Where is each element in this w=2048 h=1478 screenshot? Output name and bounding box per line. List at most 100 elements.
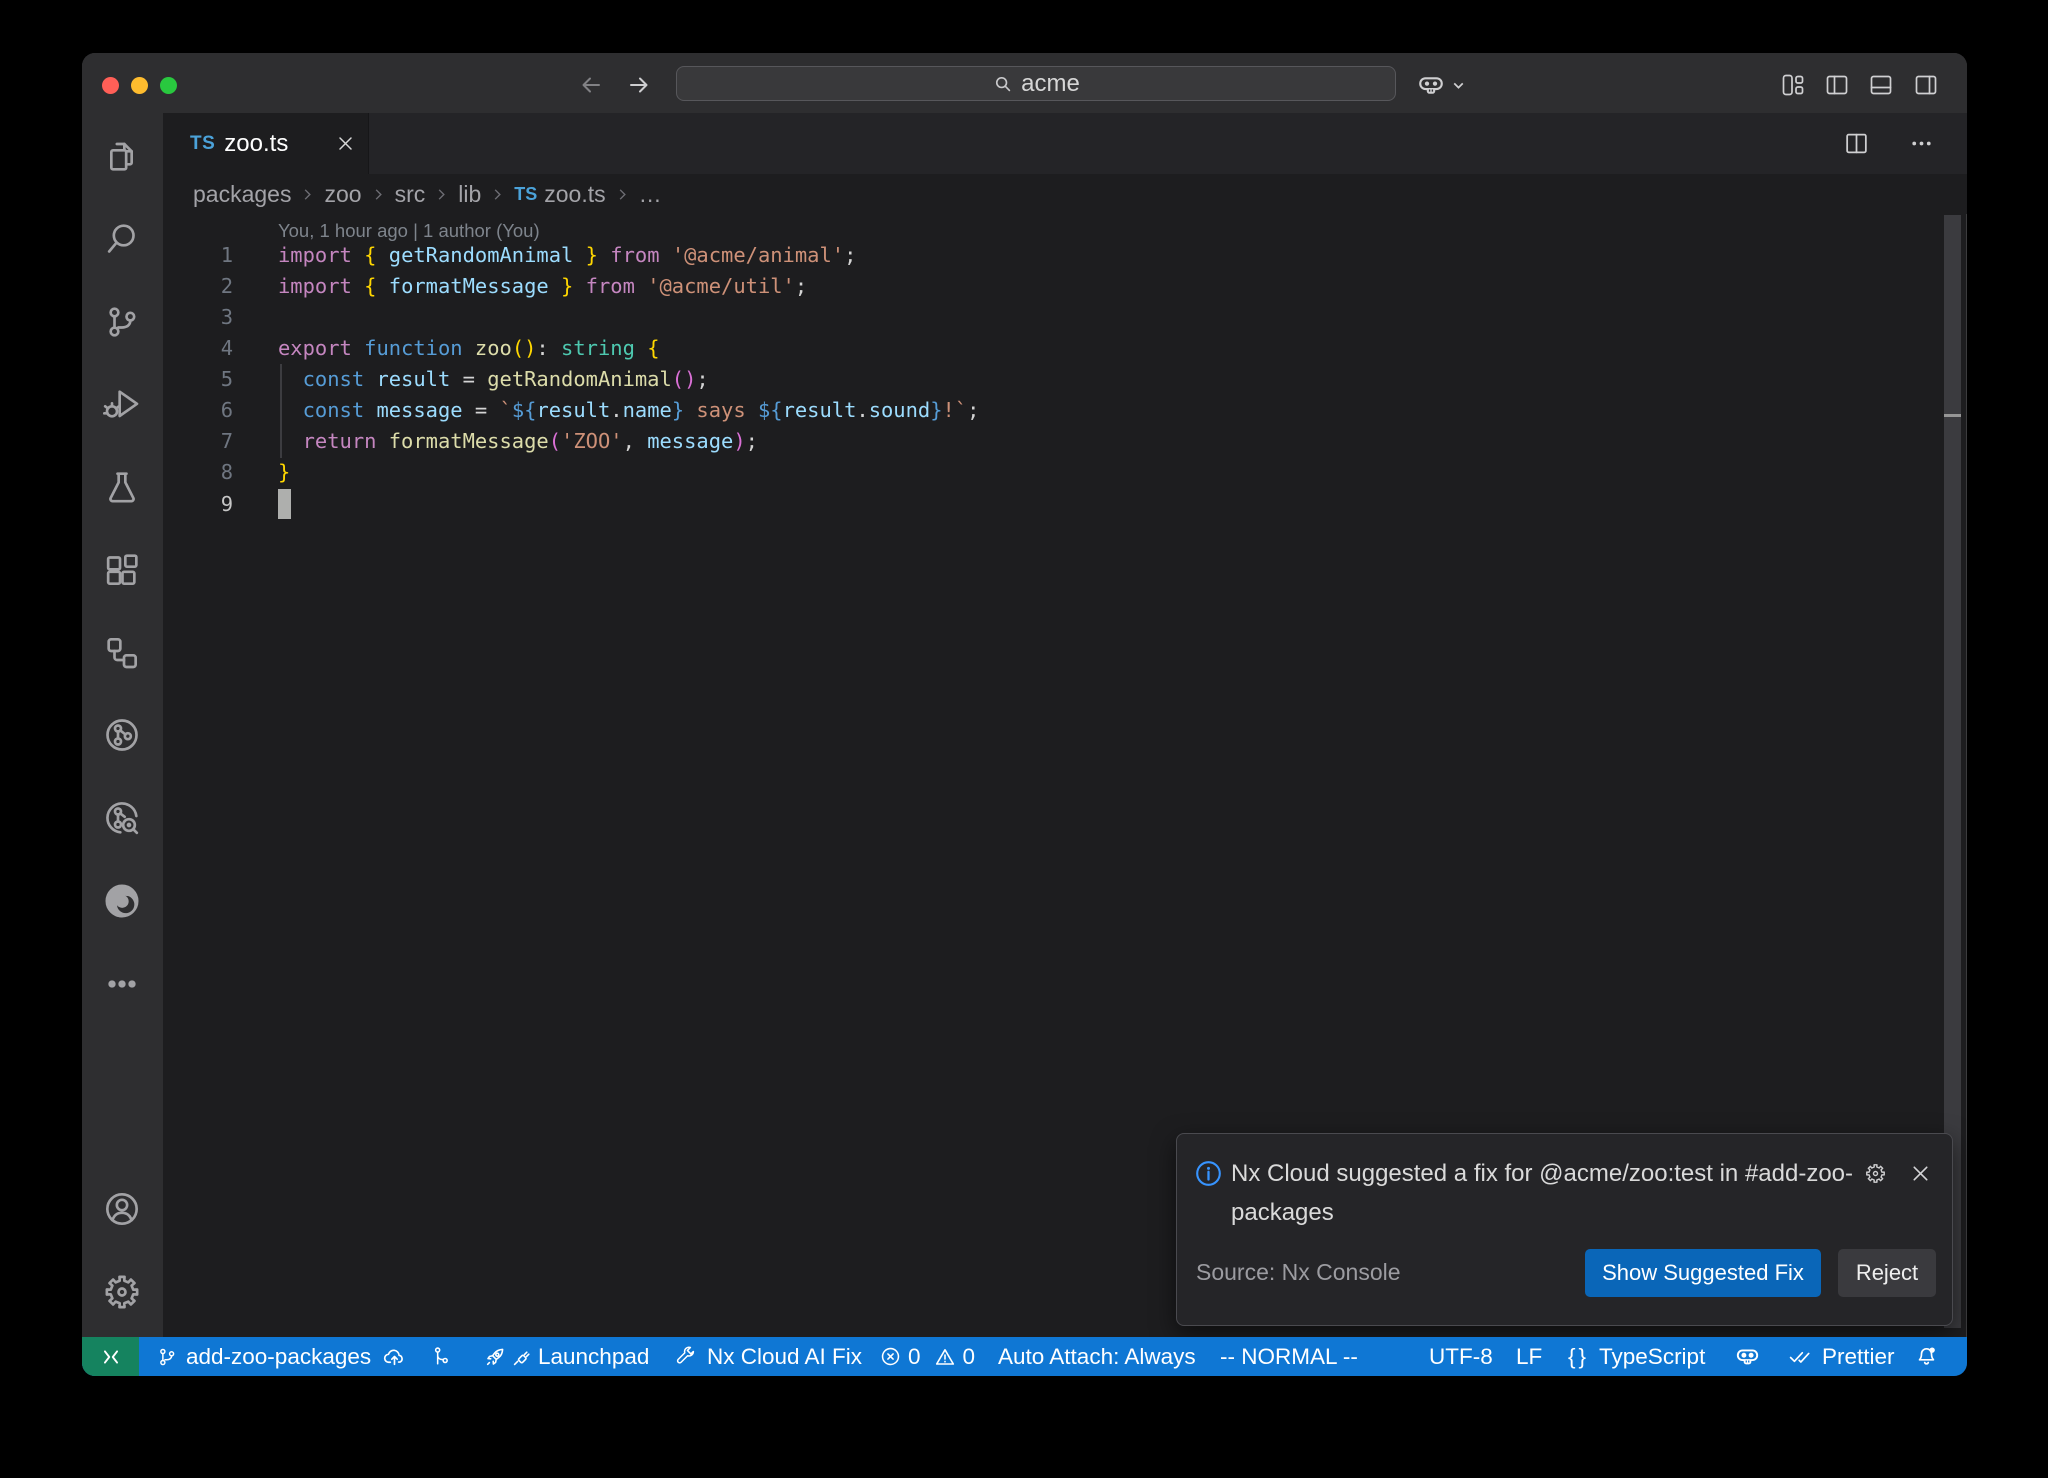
breadcrumb-item-lib[interactable]: lib xyxy=(458,181,481,208)
copilot-icon xyxy=(1416,70,1446,100)
sidebar-item-hierarchy[interactable] xyxy=(102,633,142,673)
beaker-icon xyxy=(102,467,142,507)
notification-settings-button[interactable] xyxy=(1864,1162,1887,1185)
code-text: return formatMessage('ZOO', message); xyxy=(278,426,758,457)
line-number: 4 xyxy=(203,333,233,364)
status-eol[interactable]: LF xyxy=(1516,1337,1542,1376)
language-label: TypeScript xyxy=(1599,1344,1705,1370)
status-language[interactable]: {} TypeScript xyxy=(1568,1337,1705,1376)
nx-fix-label: Nx Cloud AI Fix xyxy=(707,1344,862,1370)
status-auto-attach[interactable]: Auto Attach: Always xyxy=(998,1337,1196,1376)
sidebar-item-extensions[interactable] xyxy=(102,550,142,590)
customize-layout-button[interactable] xyxy=(1780,72,1806,98)
breadcrumb-item-src[interactable]: src xyxy=(395,181,426,208)
status-vim-mode[interactable]: -- NORMAL -- xyxy=(1220,1337,1358,1376)
sidebar-item-edge-browser[interactable] xyxy=(102,881,142,921)
code-line-9[interactable]: 9 xyxy=(163,489,1967,521)
breadcrumb-item--[interactable]: … xyxy=(639,181,662,208)
history-back-button[interactable] xyxy=(578,72,604,98)
git-branch-icon xyxy=(102,302,142,342)
status-launchpad[interactable]: Launchpad xyxy=(483,1337,649,1376)
window-close-button[interactable] xyxy=(102,77,119,94)
line-number: 8 xyxy=(203,457,233,488)
sidebar-item-nx-graph[interactable] xyxy=(102,715,142,755)
more-actions-button[interactable] xyxy=(1908,130,1935,157)
copilot-menu[interactable] xyxy=(1416,70,1467,100)
accounts-button[interactable] xyxy=(102,1189,142,1229)
window-zoom-button[interactable] xyxy=(160,77,177,94)
sidebar-item-more-views[interactable] xyxy=(102,964,142,1004)
code-line-2[interactable]: 2import { formatMessage } from '@acme/ut… xyxy=(163,271,1967,303)
gear-icon xyxy=(102,1272,142,1312)
status-pipeline[interactable] xyxy=(430,1337,453,1376)
vim-mode-label: -- NORMAL -- xyxy=(1220,1344,1358,1370)
breadcrumb-item-packages[interactable]: packages xyxy=(193,181,291,208)
status-copilot[interactable] xyxy=(1734,1337,1761,1376)
screenshot-stage: acme xyxy=(0,0,2048,1478)
tab-zoo-ts[interactable]: TS zoo.ts xyxy=(163,113,369,174)
eol-label: LF xyxy=(1516,1344,1542,1370)
code-line-1[interactable]: 1import { getRandomAnimal } from '@acme/… xyxy=(163,240,1967,272)
line-number: 5 xyxy=(203,364,233,395)
search-icon xyxy=(992,73,1014,95)
sidebar-item-search[interactable] xyxy=(102,219,142,259)
status-prettier[interactable]: Prettier xyxy=(1787,1337,1895,1376)
toggle-primary-sidebar-button[interactable] xyxy=(1824,72,1850,98)
status-encoding[interactable]: UTF-8 xyxy=(1429,1337,1493,1376)
git-branch-icon xyxy=(156,1346,178,1368)
sidebar-item-nx-graph-search[interactable] xyxy=(102,798,142,838)
reject-button[interactable]: Reject xyxy=(1838,1249,1936,1297)
copilot-icon xyxy=(1734,1343,1761,1370)
status-problems[interactable]: 0 0 xyxy=(879,1337,975,1376)
code-line-6[interactable]: 6 const message = `${result.name} says $… xyxy=(163,395,1967,427)
debug-icon xyxy=(102,384,142,424)
line-number: 7 xyxy=(203,426,233,457)
overview-ruler-cursor-mark xyxy=(1944,414,1961,417)
window-minimize-button[interactable] xyxy=(131,77,148,94)
sidebar-item-run-debug[interactable] xyxy=(102,384,142,424)
bell-dot-icon xyxy=(1914,1344,1939,1369)
line-number: 1 xyxy=(203,240,233,271)
sidebar-item-source-control[interactable] xyxy=(102,302,142,342)
toggle-panel-button[interactable] xyxy=(1868,72,1894,98)
warning-icon xyxy=(933,1345,957,1369)
command-center-search[interactable]: acme xyxy=(676,66,1396,101)
remote-indicator[interactable] xyxy=(82,1337,139,1376)
tab-actions xyxy=(1843,130,1935,157)
chevron-right-icon xyxy=(615,187,630,202)
notification-close-button[interactable] xyxy=(1909,1162,1932,1185)
status-notifications[interactable] xyxy=(1914,1337,1939,1376)
status-bar: add-zoo-packages xyxy=(82,1337,1967,1376)
tab-bar: TS zoo.ts xyxy=(163,113,1967,174)
split-editor-icon xyxy=(1843,130,1870,157)
tab-close-button[interactable] xyxy=(336,134,355,153)
breadcrumb-item-zoo[interactable]: zoo xyxy=(324,181,361,208)
code-text: import { formatMessage } from '@acme/uti… xyxy=(278,271,807,302)
code-line-5[interactable]: 5 const result = getRandomAnimal(); xyxy=(163,364,1967,396)
settings-button[interactable] xyxy=(102,1272,142,1312)
error-icon xyxy=(879,1345,902,1368)
chevron-down-icon xyxy=(1450,77,1467,94)
split-editor-button[interactable] xyxy=(1843,130,1870,157)
typescript-file-icon: TS xyxy=(514,184,537,205)
toggle-secondary-sidebar-button[interactable] xyxy=(1913,72,1939,98)
breadcrumb-item-zoo-ts[interactable]: TSzoo.ts xyxy=(514,181,605,208)
sidebar-item-testing[interactable] xyxy=(102,467,142,507)
errors-count: 0 xyxy=(908,1344,921,1370)
launchpad-label: Launchpad xyxy=(538,1344,649,1370)
sidebar-item-explorer[interactable] xyxy=(102,136,142,176)
encoding-label: UTF-8 xyxy=(1429,1344,1493,1370)
tab-label: zoo.ts xyxy=(224,130,288,158)
code-line-8[interactable]: 8} xyxy=(163,457,1967,489)
status-branch[interactable]: add-zoo-packages xyxy=(156,1337,407,1376)
chevron-right-icon xyxy=(434,187,449,202)
status-nx-cloud-fix[interactable]: Nx Cloud AI Fix xyxy=(674,1337,862,1376)
vscode-window: acme xyxy=(82,53,1967,1376)
braces-icon: {} xyxy=(1568,1344,1589,1370)
rocket-icon xyxy=(483,1345,507,1369)
history-forward-button[interactable] xyxy=(626,72,652,98)
show-suggested-fix-button[interactable]: Show Suggested Fix xyxy=(1585,1249,1821,1297)
code-line-7[interactable]: 7 return formatMessage('ZOO', message); xyxy=(163,426,1967,458)
code-line-3[interactable]: 3 xyxy=(163,302,1967,334)
code-line-4[interactable]: 4export function zoo(): string { xyxy=(163,333,1967,365)
